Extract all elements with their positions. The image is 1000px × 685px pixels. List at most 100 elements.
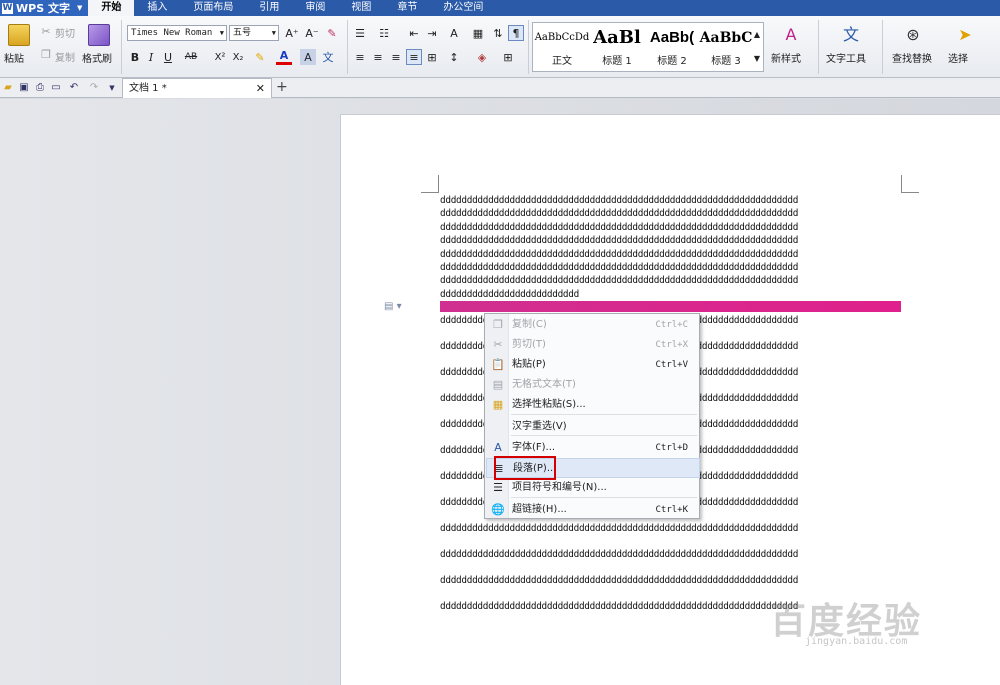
sort-icon[interactable]: ⇅ [490, 25, 506, 41]
context-menu-label: 剪切(T) [512, 339, 546, 350]
new-style-button[interactable]: 新样式 [771, 50, 801, 65]
copy-icon[interactable]: ❐ [38, 46, 54, 62]
format-painter-button[interactable]: 格式刷 [82, 50, 112, 65]
scissors-icon[interactable]: ✂ [38, 23, 54, 39]
align-right-icon[interactable]: ≡ [388, 49, 404, 65]
tab-insert[interactable]: 插入 [134, 0, 180, 16]
tab-office-space[interactable]: 办公空间 [430, 0, 496, 16]
print-icon[interactable]: ⎙ [34, 82, 46, 94]
highlight-icon[interactable]: ✎ [252, 49, 268, 65]
context-menu-item[interactable]: 🌐 超链接(H)... Ctrl+K [486, 500, 700, 520]
watermark-url: jingyan.baidu.com [805, 636, 908, 647]
document-tab[interactable]: 文档 1 * ✕ [122, 78, 272, 98]
context-menu-item[interactable]: ✂ 剪切(T) Ctrl+X [486, 335, 700, 355]
paste-icon[interactable] [8, 24, 30, 46]
binoculars-icon[interactable]: ⊛ [902, 24, 924, 46]
gallery-more-icon[interactable]: ▼ [752, 50, 762, 66]
new-tab-icon[interactable]: + [276, 79, 288, 95]
context-menu-label: 超链接(H)... [512, 504, 567, 515]
table-icon[interactable]: ▦ [470, 25, 486, 41]
decrease-indent-icon[interactable]: ⇤ [406, 25, 422, 41]
document-line: dddddddddddddddddddddddddddddddddddddddd… [440, 523, 799, 534]
distribute-icon[interactable]: ⊞ [424, 49, 440, 65]
tab-references[interactable]: 引用 [246, 0, 292, 16]
cursor-icon[interactable]: ➤ [954, 24, 976, 46]
context-menu-item[interactable]: A 字体(F)... Ctrl+D [486, 438, 700, 458]
font-name-select[interactable]: Times New Roman ▼ [127, 25, 227, 41]
app-logo-button[interactable]: W WPS 文字 ▼ [0, 0, 89, 16]
paste-button[interactable]: 粘贴 [4, 50, 24, 65]
style-preview: AaBbC [699, 30, 753, 46]
gallery-scroll-icon[interactable]: ▲ [752, 26, 762, 42]
print-preview-icon[interactable]: ▭ [50, 82, 62, 94]
chevron-down-icon[interactable]: ▼ [106, 82, 118, 94]
document-line: dddddddddddddddddddddddddddddddddddddddd… [440, 262, 799, 273]
paragraph-layout-icon[interactable]: ▤ ▾ [384, 301, 402, 312]
subscript-button[interactable]: X₂ [230, 49, 246, 65]
text-direction-icon[interactable]: A [446, 25, 462, 41]
cut-button[interactable]: 剪切 [55, 25, 75, 40]
context-menu-item[interactable]: ▦ 选择性粘贴(S)... [486, 395, 700, 415]
context-menu-label: 粘贴(P) [512, 359, 546, 370]
save-icon[interactable]: ▣ [18, 82, 30, 94]
font-size-select[interactable]: 五号 ▼ [229, 25, 279, 41]
shading-icon[interactable]: ◈ [474, 49, 490, 65]
context-menu-item[interactable]: ☰ 项目符号和编号(N)... [486, 478, 700, 498]
style-label: 标题 3 [711, 56, 741, 67]
show-marks-icon[interactable]: ¶ [508, 25, 524, 41]
align-left-icon[interactable]: ≡ [352, 49, 368, 65]
style-label: 标题 2 [657, 56, 687, 67]
style-normal[interactable]: AaBbCcDd 正文 [534, 24, 590, 70]
style-heading-1[interactable]: AaBl 标题 1 [589, 24, 645, 70]
bullets-icon[interactable]: ☰ [352, 25, 368, 41]
context-menu-item[interactable]: ❐ 复制(C) Ctrl+C [486, 315, 700, 335]
style-heading-3[interactable]: AaBbC 标题 3 [698, 24, 754, 70]
new-style-icon[interactable]: A [780, 24, 802, 46]
clear-format-icon[interactable]: ✎ [324, 25, 340, 41]
numbering-icon[interactable]: ☷ [376, 25, 392, 41]
text-tools-button[interactable]: 文字工具 [826, 50, 866, 65]
underline-button[interactable]: U [160, 49, 176, 65]
align-center-icon[interactable]: ≡ [370, 49, 386, 65]
context-menu-separator [511, 435, 697, 436]
context-menu-item[interactable]: 汉字重选(V) [486, 417, 700, 437]
tab-page-layout[interactable]: 页面布局 [180, 0, 246, 16]
style-label: 标题 1 [602, 56, 632, 67]
font-color-icon[interactable]: A [276, 49, 292, 65]
borders-icon[interactable]: ⊞ [500, 49, 516, 65]
tab-view[interactable]: 视图 [338, 0, 384, 16]
find-replace-button[interactable]: 查找替换 [892, 50, 932, 65]
format-painter-icon[interactable] [88, 24, 110, 46]
increase-indent-icon[interactable]: ⇥ [424, 25, 440, 41]
tab-review[interactable]: 审阅 [292, 0, 338, 16]
undo-icon[interactable]: ↶ [68, 82, 80, 94]
tab-chapter[interactable]: 章节 [384, 0, 430, 16]
grow-font-icon[interactable]: A⁺ [284, 25, 300, 41]
char-shading-icon[interactable]: A [300, 49, 316, 65]
ribbon-separator [882, 20, 883, 74]
context-menu-shortcut: Ctrl+V [655, 360, 688, 370]
italic-button[interactable]: I [143, 49, 159, 65]
redo-icon[interactable]: ↷ [88, 82, 100, 94]
line-spacing-icon[interactable]: ↕ [446, 49, 462, 65]
bold-button[interactable]: B [127, 49, 143, 65]
tab-home[interactable]: 开始 [88, 0, 135, 16]
strikethrough-button[interactable]: AB [180, 49, 202, 65]
select-button[interactable]: 选择 [948, 50, 968, 65]
superscript-button[interactable]: X² [212, 49, 228, 65]
shrink-font-icon[interactable]: A⁻ [304, 25, 320, 41]
justify-icon[interactable]: ≡ [406, 49, 422, 65]
paste-icon: 📋 [491, 358, 505, 371]
context-menu-label: 选择性粘贴(S)... [512, 399, 586, 410]
crop-mark [421, 175, 439, 193]
style-heading-2[interactable]: AaBb( 标题 2 [644, 24, 700, 70]
open-folder-icon[interactable]: ▰ [2, 82, 14, 94]
document-line: dddddddddddddddddddddddddddddddddddddddd… [440, 235, 799, 247]
context-menu-item[interactable]: ▤ 无格式文本(T) [486, 375, 700, 395]
context-menu-item[interactable]: 📋 粘贴(P) Ctrl+V [486, 355, 700, 375]
phonetic-icon[interactable]: 文 [320, 49, 336, 65]
close-icon[interactable]: ✕ [256, 79, 265, 98]
copy-button[interactable]: 复制 [55, 49, 75, 64]
text-tools-icon[interactable]: 文 [840, 24, 862, 46]
chevron-down-icon: ▼ [219, 29, 224, 37]
